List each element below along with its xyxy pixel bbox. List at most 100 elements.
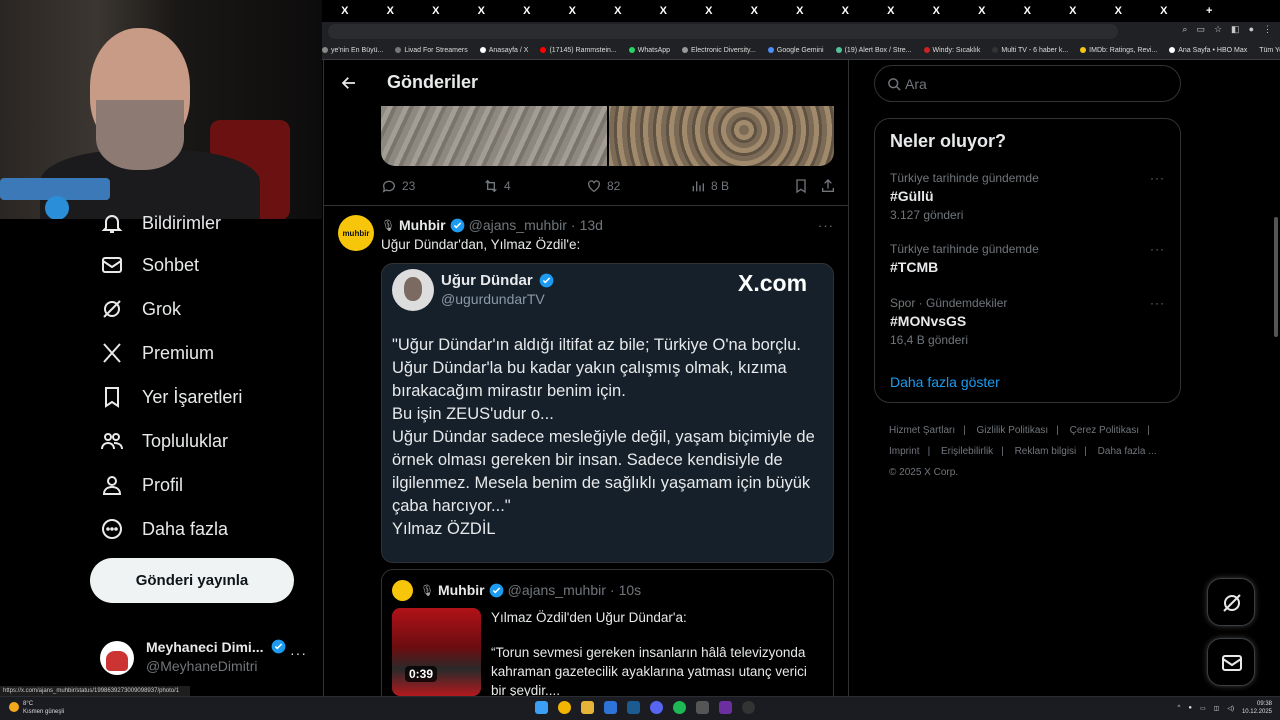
trend-item[interactable]: Spor · Gündemdekiler #MONvsGS 16,4 B gön… <box>890 296 1170 347</box>
footer-link[interactable]: Imprint <box>889 446 920 457</box>
obs-icon[interactable] <box>742 701 755 714</box>
bookmark-item[interactable]: ye'nin En Büyü... <box>322 47 383 54</box>
footer-link[interactable]: Gizlilik Politikası <box>977 425 1049 436</box>
nav-item-communities[interactable]: Topluluklar <box>100 429 228 453</box>
browser-tab[interactable]: X <box>823 0 869 22</box>
browser-tab[interactable]: X <box>868 0 914 22</box>
bookmark-item[interactable]: Anasayfa / X <box>479 47 528 54</box>
browser-tab[interactable]: X <box>504 0 550 22</box>
like-button[interactable]: 82 <box>586 178 620 194</box>
author-handle[interactable]: @ajans_muhbir <box>469 217 567 233</box>
bookmark-item[interactable]: Windy: Sıcaklık <box>923 47 980 54</box>
author-avatar[interactable]: muhbir <box>338 215 374 251</box>
profile-icon[interactable]: ● <box>1249 24 1254 35</box>
menu-icon[interactable]: ⋮ <box>1263 24 1272 35</box>
network-icon[interactable]: ◫ <box>1214 705 1220 712</box>
all-bookmarks[interactable]: Tüm Yer İşaretleri <box>1259 47 1280 54</box>
monitor-icon[interactable]: ▭ <box>1200 705 1206 712</box>
photos-icon[interactable] <box>604 701 617 714</box>
show-more-link[interactable]: Daha fazla göster <box>890 374 1000 390</box>
browser-tab[interactable]: X <box>777 0 823 22</box>
folder-icon[interactable] <box>581 701 594 714</box>
start-icon[interactable] <box>535 701 548 714</box>
star-icon[interactable]: ☆ <box>1214 24 1222 35</box>
scroll-thumb[interactable] <box>1274 217 1278 337</box>
address-bar[interactable]: ⌕ ▭ ☆ ◧ ● ⋮ <box>322 22 1280 41</box>
url-field[interactable] <box>328 24 1118 39</box>
footer-link[interactable]: Erişilebilirlik <box>941 446 993 457</box>
bookmark-item[interactable]: Multi TV - 6 haber k... <box>992 47 1068 54</box>
account-switcher[interactable]: Meyhaneci Dimi... @MeyhaneDimitri ··· <box>100 637 320 677</box>
nav-item-messages[interactable]: Sohbet <box>100 253 199 277</box>
chevron-up-icon[interactable]: ^ <box>1178 705 1181 711</box>
browser-tab[interactable]: X <box>595 0 641 22</box>
video-thumbnail[interactable]: 0:39 <box>392 608 481 696</box>
messages-floating-button[interactable] <box>1207 638 1255 686</box>
extensions-icon[interactable]: ◧ <box>1231 24 1240 35</box>
browser-tab[interactable]: X <box>686 0 732 22</box>
browser-tab[interactable]: X <box>550 0 596 22</box>
app-icon[interactable] <box>719 701 732 714</box>
browser-tab[interactable]: X <box>914 0 960 22</box>
footer-link[interactable]: Reklam bilgisi <box>1015 446 1077 457</box>
bookmark-item[interactable]: Electronic Diversity... <box>682 47 756 54</box>
nav-item-more[interactable]: Daha fazla <box>100 517 228 541</box>
bookmark-item[interactable]: WhatsApp <box>628 47 670 54</box>
previous-post-media[interactable] <box>381 106 834 166</box>
cast-icon[interactable]: ▭ <box>1196 24 1205 35</box>
volume-icon[interactable]: ◁) <box>1227 705 1234 712</box>
quote-image-card[interactable]: Uğur Dündar @ugurdundarTV X.com "Uğur Dü… <box>381 263 834 563</box>
bookmark-item[interactable]: Livad For Streamers <box>395 47 468 54</box>
steam-icon[interactable] <box>627 701 640 714</box>
weather-widget[interactable]: 8°C Kısmen güneşli <box>9 700 64 716</box>
post-button[interactable]: Gönderi yayınla <box>90 558 294 603</box>
search-box[interactable]: Ara <box>874 65 1181 102</box>
browser-tab[interactable]: X <box>959 0 1005 22</box>
nav-item-grok[interactable]: Grok <box>100 297 181 321</box>
spotify-icon[interactable] <box>673 701 686 714</box>
browser-tab[interactable]: X <box>1005 0 1051 22</box>
clock[interactable]: 09:38 10.12.2025 <box>1242 700 1272 716</box>
post-time[interactable]: 13d <box>580 217 603 233</box>
browser-tab[interactable]: X <box>459 0 505 22</box>
page-scrollbar[interactable] <box>1272 62 1280 696</box>
trend-item[interactable]: Türkiye tarihinde gündemde #Güllü 3.127 … <box>890 171 1170 222</box>
bookmark-button[interactable] <box>793 178 809 194</box>
author-name[interactable]: Muhbir <box>399 217 446 233</box>
quoted-post[interactable]: 🎙 Muhbir @ajans_muhbir · 10s 0:39 Yılmaz… <box>381 569 834 696</box>
grok-floating-button[interactable] <box>1207 578 1255 626</box>
bookmark-item[interactable]: (17145) Rammstein... <box>540 47 617 54</box>
app-icon[interactable] <box>696 701 709 714</box>
bookmark-item[interactable]: (19) Alert Box / Stre... <box>835 47 912 54</box>
nav-item-premium[interactable]: Premium <box>100 341 214 365</box>
share-button[interactable] <box>820 178 836 194</box>
trend-more-icon[interactable]: ··· <box>1150 296 1165 310</box>
media-image[interactable] <box>608 106 834 166</box>
browser-tab[interactable]: X <box>368 0 414 22</box>
footer-link[interactable]: Hizmet Şartları <box>889 425 955 436</box>
back-arrow-icon[interactable] <box>340 74 358 92</box>
zoom-icon[interactable]: ⌕ <box>1182 24 1187 35</box>
browser-tab[interactable]: X <box>322 0 368 22</box>
new-tab-icon[interactable]: + <box>1187 0 1233 22</box>
browser-tab[interactable]: X <box>1096 0 1142 22</box>
nav-item-profile[interactable]: Profil <box>100 473 183 497</box>
footer-link[interactable]: Çerez Politikası <box>1070 425 1139 436</box>
trend-more-icon[interactable]: ··· <box>1150 242 1165 256</box>
trend-more-icon[interactable]: ··· <box>1150 171 1165 185</box>
media-image[interactable] <box>381 106 607 166</box>
trend-item[interactable]: Türkiye tarihinde gündemde #TCMB ··· <box>890 242 1170 275</box>
browser-tab[interactable]: X <box>1050 0 1096 22</box>
bookmark-item[interactable]: IMDb: Ratings, Revi... <box>1080 47 1157 54</box>
repost-button[interactable]: 4 <box>483 178 511 194</box>
post-more-icon[interactable]: ··· <box>818 218 834 233</box>
nav-item-notifications[interactable]: Bildirimler <box>100 211 221 235</box>
browser-tab[interactable]: X <box>641 0 687 22</box>
bookmark-item[interactable]: Ana Sayfa • HBO Max <box>1169 47 1247 54</box>
browser-tab[interactable]: X <box>1141 0 1187 22</box>
reply-button[interactable]: 23 <box>381 178 415 194</box>
account-more-icon[interactable]: ··· <box>290 645 307 661</box>
views-button[interactable]: 8 B <box>690 178 729 194</box>
chrome-icon[interactable] <box>558 701 571 714</box>
discord-icon[interactable] <box>650 701 663 714</box>
